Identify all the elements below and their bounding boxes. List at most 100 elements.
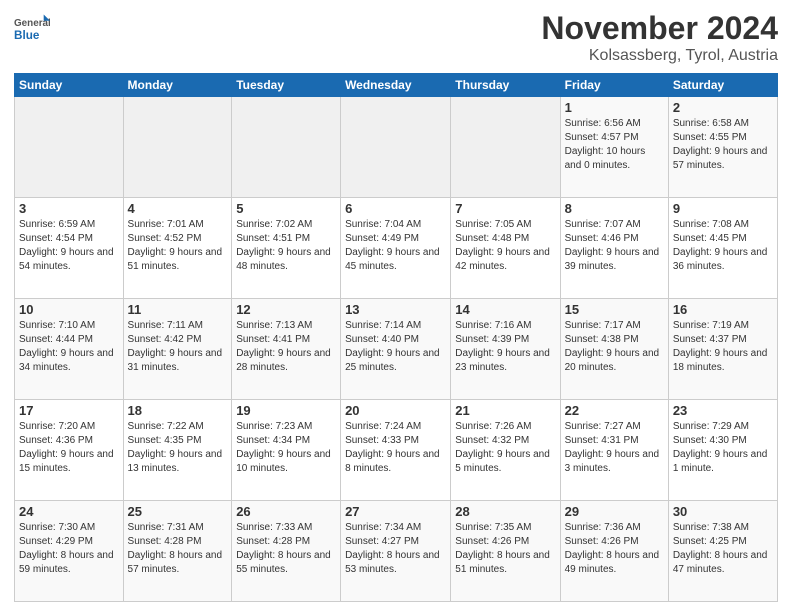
day-cell (123, 97, 232, 198)
location: Kolsassberg, Tyrol, Austria (541, 47, 778, 65)
day-cell: 12 Sunrise: 7:13 AM Sunset: 4:41 PM Dayli… (232, 299, 341, 400)
day-cell: 14 Sunrise: 7:16 AM Sunset: 4:39 PM Dayli… (451, 299, 560, 400)
day-number: 28 (455, 504, 555, 519)
day-number: 25 (128, 504, 228, 519)
day-info: Sunrise: 6:56 AM Sunset: 4:57 PM Dayligh… (565, 117, 664, 173)
day-cell: 24Sunrise: 7:30 AM Sunset: 4:29 PM Dayli… (15, 501, 124, 602)
day-cell: 20 Sunrise: 7:24 AM Sunset: 4:33 PM Dayli… (341, 400, 451, 501)
day-info: Sunrise: 7:35 AM Sunset: 4:26 PM Dayligh… (455, 521, 555, 577)
day-number: 24 (19, 504, 119, 519)
day-cell: 3Sunrise: 6:59 AM Sunset: 4:54 PM Daylig… (15, 198, 124, 299)
day-cell: 29 Sunrise: 7:36 AM Sunset: 4:26 PM Dayli… (560, 501, 668, 602)
day-number: 23 (673, 403, 773, 418)
day-number: 22 (565, 403, 664, 418)
day-cell: 11 Sunrise: 7:11 AM Sunset: 4:42 PM Dayli… (123, 299, 232, 400)
weekday-header-row: Sunday Monday Tuesday Wednesday Thursday… (15, 74, 778, 97)
week-row-1: 1Sunrise: 6:56 AM Sunset: 4:57 PM Daylig… (15, 97, 778, 198)
week-row-4: 17Sunrise: 7:20 AM Sunset: 4:36 PM Dayli… (15, 400, 778, 501)
day-info: Sunrise: 7:24 AM Sunset: 4:33 PM Dayligh… (345, 420, 446, 476)
month-title: November 2024 (541, 10, 778, 47)
day-cell: 19 Sunrise: 7:23 AM Sunset: 4:34 PM Dayli… (232, 400, 341, 501)
logo: General Blue (14, 10, 50, 46)
day-number: 11 (128, 302, 228, 317)
day-info: Sunrise: 7:14 AM Sunset: 4:40 PM Dayligh… (345, 319, 446, 375)
day-cell: 18 Sunrise: 7:22 AM Sunset: 4:35 PM Dayli… (123, 400, 232, 501)
day-number: 29 (565, 504, 664, 519)
day-info: Sunrise: 7:05 AM Sunset: 4:48 PM Dayligh… (455, 218, 555, 274)
day-number: 13 (345, 302, 446, 317)
day-number: 21 (455, 403, 555, 418)
day-number: 10 (19, 302, 119, 317)
day-cell: 6Sunrise: 7:04 AM Sunset: 4:49 PM Daylig… (341, 198, 451, 299)
day-cell: 26 Sunrise: 7:33 AM Sunset: 4:28 PM Dayli… (232, 501, 341, 602)
day-cell: 25 Sunrise: 7:31 AM Sunset: 4:28 PM Dayli… (123, 501, 232, 602)
day-number: 5 (236, 201, 336, 216)
day-number: 7 (455, 201, 555, 216)
day-cell: 30 Sunrise: 7:38 AM Sunset: 4:25 PM Dayli… (668, 501, 777, 602)
header-tuesday: Tuesday (232, 74, 341, 97)
day-info: Sunrise: 7:22 AM Sunset: 4:35 PM Dayligh… (128, 420, 228, 476)
day-info: Sunrise: 7:07 AM Sunset: 4:46 PM Dayligh… (565, 218, 664, 274)
day-number: 26 (236, 504, 336, 519)
day-info: Sunrise: 7:38 AM Sunset: 4:25 PM Dayligh… (673, 521, 773, 577)
day-info: Sunrise: 7:23 AM Sunset: 4:34 PM Dayligh… (236, 420, 336, 476)
header-friday: Friday (560, 74, 668, 97)
day-cell: 7 Sunrise: 7:05 AM Sunset: 4:48 PM Daylig… (451, 198, 560, 299)
header-thursday: Thursday (451, 74, 560, 97)
header-wednesday: Wednesday (341, 74, 451, 97)
day-cell: 9 Sunrise: 7:08 AM Sunset: 4:45 PM Daylig… (668, 198, 777, 299)
header-sunday: Sunday (15, 74, 124, 97)
day-number: 4 (128, 201, 228, 216)
day-info: Sunrise: 7:11 AM Sunset: 4:42 PM Dayligh… (128, 319, 228, 375)
day-info: Sunrise: 7:01 AM Sunset: 4:52 PM Dayligh… (128, 218, 228, 274)
day-number: 6 (345, 201, 446, 216)
header-saturday: Saturday (668, 74, 777, 97)
day-info: Sunrise: 7:31 AM Sunset: 4:28 PM Dayligh… (128, 521, 228, 577)
day-number: 12 (236, 302, 336, 317)
day-cell: 28 Sunrise: 7:35 AM Sunset: 4:26 PM Dayli… (451, 501, 560, 602)
day-info: Sunrise: 7:36 AM Sunset: 4:26 PM Dayligh… (565, 521, 664, 577)
day-number: 9 (673, 201, 773, 216)
day-info: Sunrise: 7:20 AM Sunset: 4:36 PM Dayligh… (19, 420, 119, 476)
day-info: Sunrise: 7:29 AM Sunset: 4:30 PM Dayligh… (673, 420, 773, 476)
day-info: Sunrise: 7:26 AM Sunset: 4:32 PM Dayligh… (455, 420, 555, 476)
calendar: Sunday Monday Tuesday Wednesday Thursday… (14, 73, 778, 602)
day-info: Sunrise: 7:13 AM Sunset: 4:41 PM Dayligh… (236, 319, 336, 375)
day-cell: 2Sunrise: 6:58 AM Sunset: 4:55 PM Daylig… (668, 97, 777, 198)
day-cell: 15Sunrise: 7:17 AM Sunset: 4:38 PM Dayli… (560, 299, 668, 400)
day-number: 19 (236, 403, 336, 418)
day-info: Sunrise: 7:17 AM Sunset: 4:38 PM Dayligh… (565, 319, 664, 375)
day-cell: 22 Sunrise: 7:27 AM Sunset: 4:31 PM Dayli… (560, 400, 668, 501)
day-info: Sunrise: 7:16 AM Sunset: 4:39 PM Dayligh… (455, 319, 555, 375)
day-cell (341, 97, 451, 198)
header-monday: Monday (123, 74, 232, 97)
week-row-2: 3Sunrise: 6:59 AM Sunset: 4:54 PM Daylig… (15, 198, 778, 299)
header: General Blue November 2024 Kolsassberg, … (14, 10, 778, 65)
day-info: Sunrise: 7:33 AM Sunset: 4:28 PM Dayligh… (236, 521, 336, 577)
day-number: 20 (345, 403, 446, 418)
day-cell: 10Sunrise: 7:10 AM Sunset: 4:44 PM Dayli… (15, 299, 124, 400)
day-cell: 5 Sunrise: 7:02 AM Sunset: 4:51 PM Daylig… (232, 198, 341, 299)
day-info: Sunrise: 7:19 AM Sunset: 4:37 PM Dayligh… (673, 319, 773, 375)
page: General Blue November 2024 Kolsassberg, … (0, 0, 792, 612)
week-row-3: 10Sunrise: 7:10 AM Sunset: 4:44 PM Dayli… (15, 299, 778, 400)
day-info: Sunrise: 7:02 AM Sunset: 4:51 PM Dayligh… (236, 218, 336, 274)
day-number: 8 (565, 201, 664, 216)
day-info: Sunrise: 7:08 AM Sunset: 4:45 PM Dayligh… (673, 218, 773, 274)
day-cell: 13 Sunrise: 7:14 AM Sunset: 4:40 PM Dayli… (341, 299, 451, 400)
day-number: 3 (19, 201, 119, 216)
day-number: 14 (455, 302, 555, 317)
day-info: Sunrise: 6:58 AM Sunset: 4:55 PM Dayligh… (673, 117, 773, 173)
day-cell (15, 97, 124, 198)
day-info: Sunrise: 7:34 AM Sunset: 4:27 PM Dayligh… (345, 521, 446, 577)
day-cell: 23 Sunrise: 7:29 AM Sunset: 4:30 PM Dayli… (668, 400, 777, 501)
day-number: 16 (673, 302, 773, 317)
day-info: Sunrise: 7:27 AM Sunset: 4:31 PM Dayligh… (565, 420, 664, 476)
day-number: 18 (128, 403, 228, 418)
day-cell (451, 97, 560, 198)
day-number: 30 (673, 504, 773, 519)
day-cell: 27 Sunrise: 7:34 AM Sunset: 4:27 PM Dayli… (341, 501, 451, 602)
svg-text:Blue: Blue (14, 29, 40, 42)
day-cell: 8 Sunrise: 7:07 AM Sunset: 4:46 PM Daylig… (560, 198, 668, 299)
day-number: 27 (345, 504, 446, 519)
